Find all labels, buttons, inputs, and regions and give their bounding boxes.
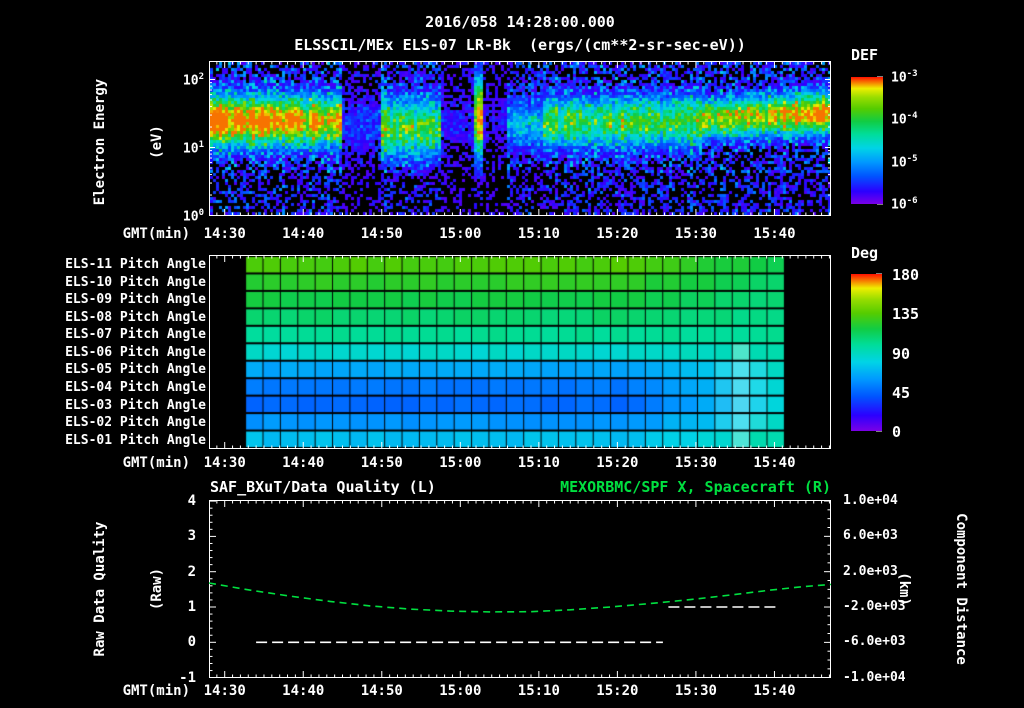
time-tick-label-spectrogram: 15:40: [753, 226, 796, 242]
time-tick-label-pitch: 15:40: [753, 455, 796, 471]
time-tick-label-spectrogram: 14:30: [203, 226, 246, 242]
time-tick-label-spectrogram: 15:30: [674, 226, 717, 242]
time-tick-label-pitch: 15:00: [439, 455, 482, 471]
time-tick-label-quality: 15:40: [753, 683, 796, 699]
def-tick-label: 10-4: [891, 111, 918, 128]
quality-y-ticks: [209, 500, 831, 678]
energy-tick-label: 101: [182, 140, 204, 157]
pitch-angle-grid: [210, 256, 830, 448]
pitch-row-label: ELS-08 Pitch Angle: [65, 309, 206, 325]
electron-energy-spectrogram: [210, 62, 830, 215]
deg-tick-label: 0: [892, 423, 902, 441]
time-tick-label-pitch: 14:50: [360, 455, 403, 471]
distance-y-axis-label: Component Distance (km): [896, 489, 1008, 689]
deg-colorbar: [851, 274, 882, 431]
time-tick-label-quality: 14:50: [360, 683, 403, 699]
time-tick-label-pitch: 15:10: [517, 455, 560, 471]
def-colorbar: [851, 77, 883, 204]
pitch-row-label: ELS-11 Pitch Angle: [65, 257, 206, 272]
distance-y-tick-label: -1.0e+04: [843, 669, 906, 685]
quality-y-tick-label: -1: [179, 669, 196, 686]
pitch-row-label: ELS-10 Pitch Angle: [65, 274, 206, 290]
pitch-row-label: ELS-04 Pitch Angle: [65, 380, 206, 396]
distance-y-tick-label: 1.0e+04: [843, 492, 898, 508]
time-tick-label-pitch: 14:40: [282, 455, 325, 471]
distance-y-axis-label-line1: Component Distance: [953, 513, 969, 665]
deg-tick-label: 180: [892, 266, 920, 284]
distance-y-axis-label-line2: (km): [896, 572, 912, 606]
quality-y-tick-label: 0: [187, 634, 196, 651]
page-subtitle: ELSSCIL/MEx ELS-07 LR-Bk (ergs/(cm**2-sr…: [294, 36, 746, 54]
pitch-row-label: ELS-01 Pitch Angle: [65, 432, 206, 448]
deg-colorbar-title: Deg: [851, 244, 879, 262]
pitch-row-label: ELS-02 Pitch Angle: [65, 415, 206, 431]
def-tick-label: 10-3: [891, 69, 918, 86]
spacecraft-x-curve: [208, 582, 832, 613]
time-tick-label-quality: 15:20: [596, 683, 639, 699]
time-tick-label-quality: 15:30: [674, 683, 717, 699]
time-tick-label-pitch: 15:20: [596, 455, 639, 471]
pitch-row-label: ELS-06 Pitch Angle: [65, 344, 206, 360]
pitch-row-label: ELS-07 Pitch Angle: [65, 327, 206, 343]
quality-y-tick-label: 4: [187, 493, 196, 510]
spectrogram-x-axis-label: GMT(min): [122, 226, 190, 242]
energy-tick-label: 100: [182, 208, 204, 225]
time-tick-label-quality: 14:30: [203, 683, 246, 699]
deg-tick-label: 135: [892, 305, 920, 324]
time-tick-label-spectrogram: 14:50: [360, 226, 403, 242]
time-tick-label-quality: 14:40: [282, 683, 325, 699]
time-tick-label-spectrogram: 15:10: [517, 226, 560, 242]
def-colorbar-title: DEF: [851, 46, 879, 64]
pitch-row-label: ELS-05 Pitch Angle: [65, 362, 206, 378]
distance-y-tick-label: -2.0e+03: [843, 599, 906, 615]
distance-y-tick-label: 6.0e+03: [843, 528, 898, 544]
quality-title-left: SAF_BXuT/Data Quality (L): [210, 478, 436, 496]
time-tick-label-pitch: 15:30: [674, 455, 717, 471]
time-tick-label-quality: 15:10: [517, 683, 560, 699]
time-tick-label-spectrogram: 15:20: [596, 226, 639, 242]
def-tick-label: 10-6: [891, 195, 918, 213]
time-tick-label-pitch: 14:30: [203, 455, 246, 471]
def-tick-label: 10-5: [891, 153, 918, 170]
spectrogram-y-axis-label: Electron Energy (eV): [53, 42, 165, 242]
quality-y-tick-label: 2: [187, 563, 196, 580]
quality-y-axis-label-line2: (Raw): [149, 567, 165, 611]
quality-title-right: MEXORBMC/SPF X, Spacecraft (R): [560, 478, 831, 496]
page-title: 2016/058 14:28:00.000: [425, 13, 615, 31]
pitch-row-label: ELS-03 Pitch Angle: [65, 397, 206, 413]
plot-screen: 2016/058 14:28:00.000 ELSSCIL/MEx ELS-07…: [0, 0, 1024, 708]
distance-y-tick-label: 2.0e+03: [843, 563, 898, 579]
pitch-row-label: ELS-09 Pitch Angle: [65, 292, 206, 308]
time-tick-label-spectrogram: 14:40: [282, 226, 325, 242]
quality-y-tick-label: 3: [187, 528, 196, 545]
pitch-x-axis-label: GMT(min): [122, 455, 190, 471]
deg-tick-label: 45: [892, 383, 911, 402]
quality-y-axis-label: Raw Data Quality (Raw): [53, 489, 165, 689]
quality-y-axis-label-line1: Raw Data Quality: [92, 521, 108, 657]
deg-tick-label: 90: [892, 344, 911, 363]
distance-y-tick-label: -6.0e+03: [843, 634, 906, 650]
time-tick-label-spectrogram: 15:00: [439, 226, 482, 242]
time-tick-label-quality: 15:00: [439, 683, 482, 699]
energy-tick-label: 102: [182, 72, 204, 89]
quality-y-tick-label: 1: [187, 599, 196, 615]
spectrogram-y-axis-label-line1: Electron Energy: [92, 78, 108, 206]
